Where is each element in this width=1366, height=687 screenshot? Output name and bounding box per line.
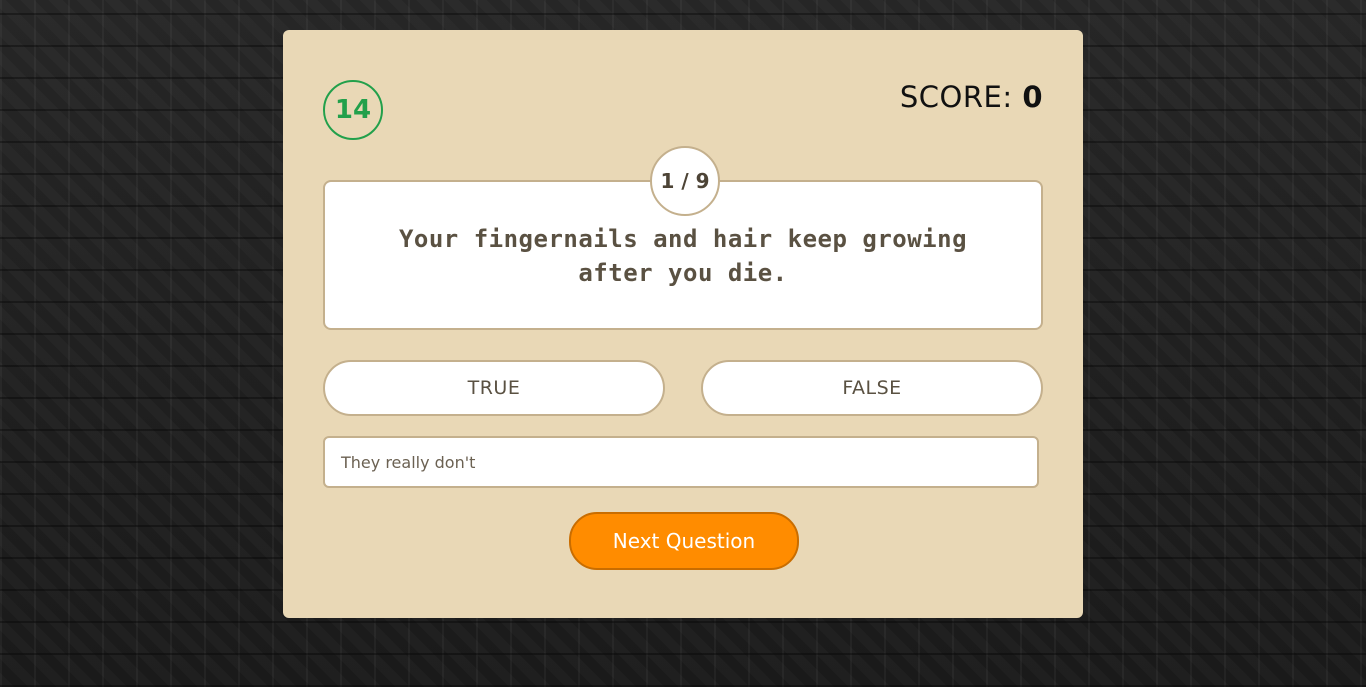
next-question-button[interactable]: Next Question <box>569 512 799 570</box>
timer-value: 14 <box>334 95 372 125</box>
explanation-box: They really don't <box>323 436 1039 488</box>
question-text: Your fingernails and hair keep growing a… <box>398 225 968 287</box>
question-box: 1 / 9 Your fingernails and hair keep gro… <box>323 146 1043 330</box>
score-display: SCORE: 0 <box>900 80 1043 114</box>
question-counter-text: 1 / 9 <box>660 169 710 193</box>
true-button-label: TRUE <box>467 377 521 399</box>
countdown-timer: 14 <box>323 80 383 140</box>
false-button[interactable]: FALSE <box>701 360 1043 416</box>
next-question-label: Next Question <box>612 529 756 553</box>
quiz-card: 14 SCORE: 0 1 / 9 Your fingernails and h… <box>283 30 1083 618</box>
question-counter: 1 / 9 <box>650 146 720 216</box>
score-value: 0 <box>1022 80 1043 114</box>
true-button[interactable]: TRUE <box>323 360 665 416</box>
false-button-label: FALSE <box>842 377 902 399</box>
score-label: SCORE: <box>899 80 1023 114</box>
explanation-text: They really don't <box>341 452 476 472</box>
